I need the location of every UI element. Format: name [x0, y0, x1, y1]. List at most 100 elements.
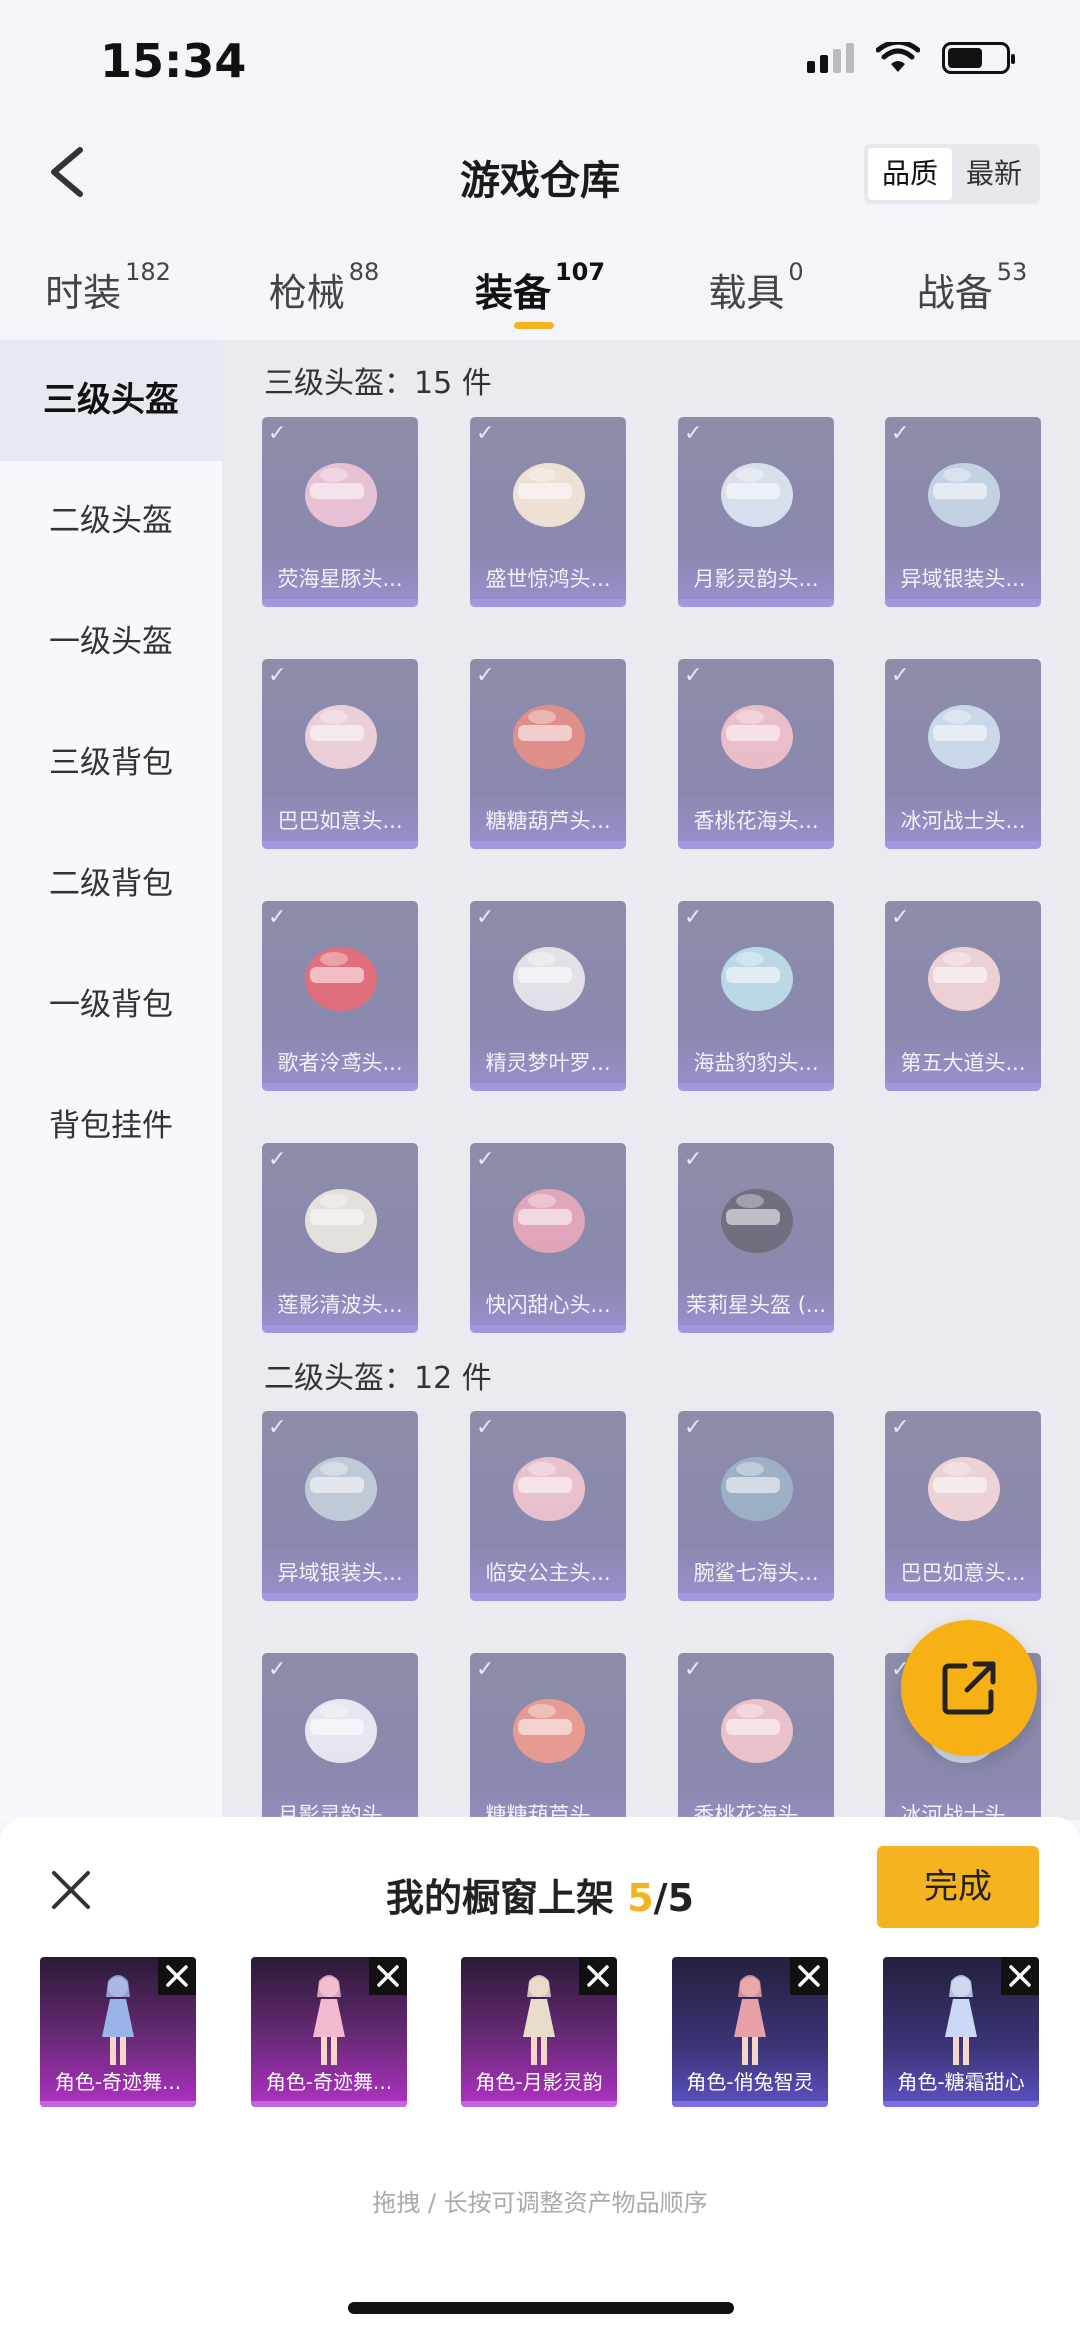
status-icons — [807, 42, 1015, 74]
item-card[interactable]: ✓ 糖糖葫芦头... — [470, 1653, 626, 1820]
close-icon — [798, 1965, 820, 1987]
shelf-count-current: 5 — [627, 1876, 654, 1920]
sidebar: 三级头盔 二级头盔 一级头盔 三级背包 二级背包 一级背包 背包挂件 — [0, 340, 222, 1820]
sidebar-item-lv1-helmet[interactable]: 一级头盔 — [0, 582, 222, 703]
shelf-item-name: 角色-月影灵韵 — [475, 2070, 603, 2094]
item-card[interactable]: ✓ 腕鲨七海头... — [678, 1411, 834, 1601]
item-card[interactable]: ✓ 歌者泠鸢头... — [262, 901, 418, 1091]
sidebar-item-lv2-helmet[interactable]: 二级头盔 — [0, 461, 222, 582]
item-card[interactable]: ✓ 糖糖葫芦头... — [470, 659, 626, 849]
sidebar-item-backpack-charm[interactable]: 背包挂件 — [0, 1066, 222, 1187]
tab-count: 182 — [125, 258, 171, 286]
tab-gear[interactable]: 战备 53 — [864, 240, 1080, 340]
shelf-item-name: 角色-奇迹舞... — [265, 2070, 393, 2094]
item-name: 冰河战士头... — [900, 809, 1026, 833]
shelf-item-name: 角色-糖霜甜心 — [897, 2070, 1025, 2094]
tab-label: 战备 — [916, 271, 993, 315]
close-icon — [166, 1965, 188, 1987]
helmet-icon — [928, 705, 1000, 769]
character-figure — [102, 1975, 134, 2065]
character-figure — [523, 1975, 555, 2065]
sidebar-item-lv1-backpack[interactable]: 一级背包 — [0, 945, 222, 1066]
sort-newest-button[interactable]: 最新 — [952, 148, 1036, 200]
sidebar-item-lv3-backpack[interactable]: 三级背包 — [0, 703, 222, 824]
item-card[interactable]: ✓ 月影灵韵头... — [678, 417, 834, 607]
tab-vehicles[interactable]: 载具 0 — [648, 240, 864, 340]
drag-hint: 拖拽 / 长按可调整资产物品顺序 — [372, 2189, 708, 2217]
category-tabs: 时装 182 枪械 88 装备 107 载具 0 战备 53 — [0, 240, 1080, 340]
tab-label: 时装 — [45, 271, 122, 315]
item-name: 歌者泠鸢头... — [277, 1051, 403, 1075]
item-name: 异域银装头... — [900, 567, 1026, 591]
helmet-icon — [305, 463, 377, 527]
shelf-item[interactable]: 角色-月影灵韵 — [461, 1957, 617, 2107]
item-card[interactable]: ✓ 冰河战士头... — [885, 659, 1041, 849]
item-card[interactable]: ✓ 香桃花海头... — [678, 1653, 834, 1820]
done-button[interactable]: 完成 — [877, 1846, 1039, 1928]
shelf-item[interactable]: 角色-俏兔智灵 — [672, 1957, 828, 2107]
panel-title-text: 我的橱窗上架 — [385, 1876, 628, 1920]
tab-fashion[interactable]: 时装 182 — [0, 240, 216, 340]
item-card[interactable]: ✓ 异域银装头... — [885, 417, 1041, 607]
helmet-icon — [928, 947, 1000, 1011]
item-card[interactable]: ✓ 精灵梦叶罗... — [470, 901, 626, 1091]
remove-item-button[interactable] — [158, 1957, 196, 1995]
item-card[interactable]: ✓ 巴巴如意头... — [262, 659, 418, 849]
helmet-icon — [721, 1189, 793, 1253]
remove-item-button[interactable] — [1001, 1957, 1039, 1995]
check-icon: ✓ — [476, 1415, 495, 1440]
item-name: 异域银装头... — [277, 1561, 403, 1585]
header: 游戏仓库 品质 最新 — [0, 120, 1080, 230]
tab-label: 枪械 — [268, 271, 345, 315]
item-card[interactable]: ✓ 快闪甜心头... — [470, 1143, 626, 1333]
check-icon: ✓ — [476, 1657, 495, 1682]
helmet-icon — [721, 705, 793, 769]
item-card[interactable]: ✓ 临安公主头... — [470, 1411, 626, 1601]
check-icon: ✓ — [476, 663, 495, 688]
item-card[interactable]: ✓ 巴巴如意头... — [885, 1411, 1041, 1601]
item-name: 盛世惊鸿头... — [485, 567, 611, 591]
shelf-item[interactable]: 角色-糖霜甜心 — [883, 1957, 1039, 2107]
item-card[interactable]: ✓ 海盐豹豹头... — [678, 901, 834, 1091]
item-name: 巴巴如意头... — [277, 809, 403, 833]
item-card[interactable]: ✓ 月影灵韵头... — [262, 1653, 418, 1820]
helmet-icon — [721, 1699, 793, 1763]
check-icon: ✓ — [476, 905, 495, 930]
status-time: 15:34 — [100, 34, 247, 88]
check-icon: ✓ — [684, 905, 703, 930]
character-figure — [945, 1975, 977, 2065]
check-icon: ✓ — [268, 905, 287, 930]
item-grid: 三级头盔：15 件 二级头盔：12 件 ✓ 荧海星豚头... ✓ 盛世惊鸿头... ✓ 月… — [222, 340, 1080, 1820]
item-name: 快闪甜心头... — [485, 1293, 611, 1317]
tab-guns[interactable]: 枪械 88 — [216, 240, 432, 340]
sidebar-item-lv2-backpack[interactable]: 二级背包 — [0, 824, 222, 945]
item-card[interactable]: ✓ 异域银装头... — [262, 1411, 418, 1601]
helmet-icon — [721, 1457, 793, 1521]
item-name: 第五大道头... — [900, 1051, 1026, 1075]
signal-icon — [807, 43, 854, 73]
item-name: 茉莉星头盔 (... — [686, 1293, 826, 1317]
shelf-item[interactable]: 角色-奇迹舞... — [251, 1957, 407, 2107]
item-card[interactable]: ✓ 荧海星豚头... — [262, 417, 418, 607]
item-card[interactable]: ✓ 茉莉星头盔 (... — [678, 1143, 834, 1333]
showcase-panel: 我的橱窗上架 5/5 完成 角色-奇迹舞... 角色-奇迹舞... 角色-月影灵韵角… — [0, 1817, 1080, 2337]
share-button[interactable] — [901, 1620, 1037, 1756]
check-icon: ✓ — [268, 663, 287, 688]
check-icon: ✓ — [476, 1147, 495, 1172]
check-icon: ✓ — [891, 905, 910, 930]
tab-equipment[interactable]: 装备 107 — [432, 240, 648, 340]
sidebar-item-lv3-helmet[interactable]: 三级头盔 — [0, 340, 222, 461]
item-card[interactable]: ✓ 香桃花海头... — [678, 659, 834, 849]
shelf-item[interactable]: 角色-奇迹舞... — [40, 1957, 196, 2107]
remove-item-button[interactable] — [790, 1957, 828, 1995]
check-icon: ✓ — [891, 663, 910, 688]
item-card[interactable]: ✓ 盛世惊鸿头... — [470, 417, 626, 607]
close-icon — [587, 1965, 609, 1987]
remove-item-button[interactable] — [369, 1957, 407, 1995]
item-card[interactable]: ✓ 莲影清波头... — [262, 1143, 418, 1333]
sort-quality-button[interactable]: 品质 — [868, 148, 952, 200]
item-name: 月影灵韵头... — [693, 567, 819, 591]
remove-item-button[interactable] — [579, 1957, 617, 1995]
item-card[interactable]: ✓ 第五大道头... — [885, 901, 1041, 1091]
helmet-icon — [513, 1189, 585, 1253]
